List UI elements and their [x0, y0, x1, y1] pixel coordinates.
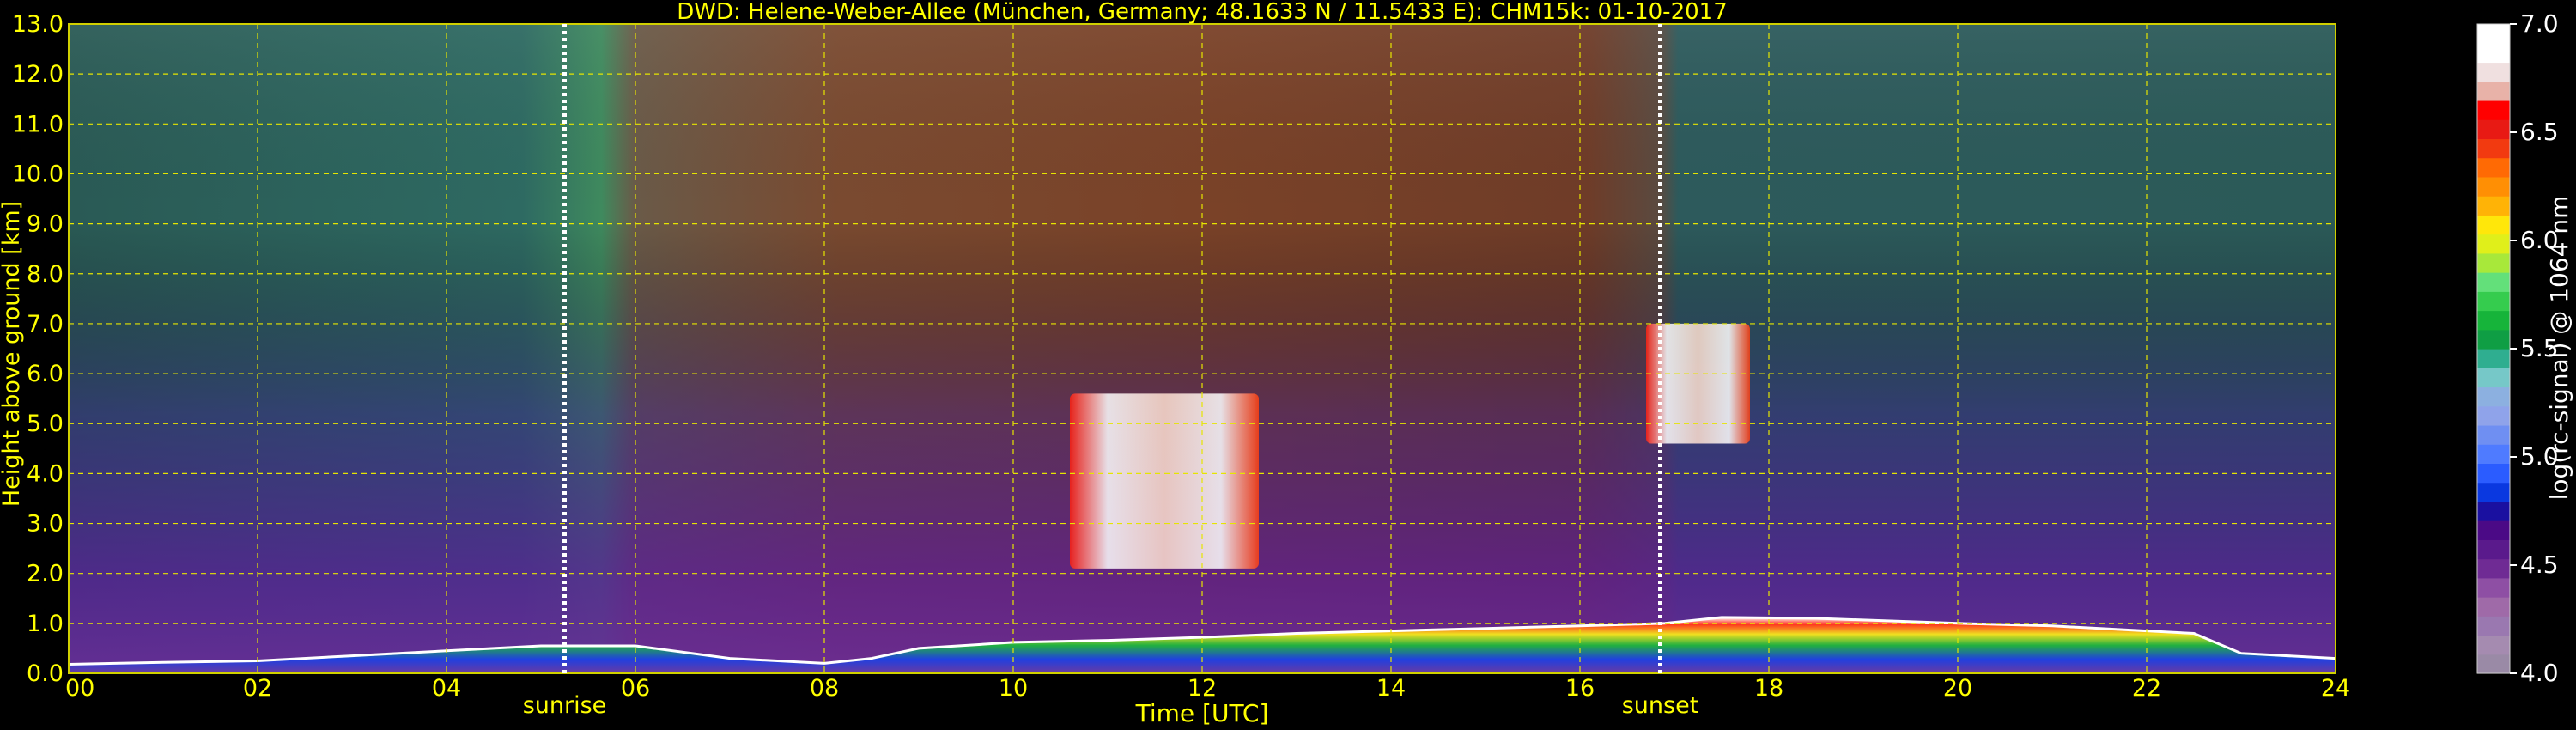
x-tick-label: 00: [65, 675, 94, 702]
y-axis-label: Height above ground [km]: [0, 201, 25, 507]
y-tick-label: 1.0: [27, 611, 64, 637]
colorbar-tick-label: 4.5: [2520, 551, 2559, 579]
colorbar-segment: [2477, 349, 2510, 368]
colorbar-segment: [2477, 501, 2510, 521]
colorbar-segment: [2477, 196, 2510, 216]
x-tick-label: 14: [1376, 675, 1406, 702]
colorbar-segment: [2477, 463, 2510, 484]
colorbar-segment: [2477, 176, 2510, 197]
colorbar-tick-label: 4.0: [2520, 659, 2559, 687]
colorbar-segment: [2477, 138, 2510, 159]
y-tick-label: 5.0: [27, 411, 64, 437]
colorbar-segment: [2477, 597, 2510, 617]
y-tick-label: 9.0: [27, 211, 64, 238]
sunrise-label: sunrise: [523, 692, 607, 719]
y-tick-label: 6.0: [27, 361, 64, 387]
colorbar-segment: [2477, 272, 2510, 292]
x-tick-label: 04: [432, 675, 461, 702]
y-tick-label: 10.0: [12, 161, 64, 187]
colorbar-segment: [2477, 444, 2510, 465]
colorbar-segment: [2477, 654, 2510, 674]
colorbar-segment: [2477, 424, 2510, 445]
sunset-label: sunset: [1622, 692, 1699, 719]
colorbar-segment: [2477, 215, 2510, 235]
x-tick-label: 22: [2132, 675, 2161, 702]
chart-title: DWD: Helene-Weber-Allee (München, German…: [677, 0, 1728, 25]
y-tick-label: 11.0: [12, 111, 64, 137]
y-tick-label: 2.0: [27, 561, 64, 587]
colorbar-segment: [2477, 157, 2510, 178]
colorbar-segment: [2477, 24, 2510, 44]
colorbar-segment: [2477, 635, 2510, 655]
colorbar-segment: [2477, 482, 2510, 502]
colorbar-tick-label: 6.5: [2520, 118, 2559, 146]
x-axis-label: Time [UTC]: [1135, 699, 1269, 727]
x-tick-label: 10: [999, 675, 1028, 702]
y-tick-label: 8.0: [27, 261, 64, 288]
y-tick-label: 0.0: [27, 660, 64, 687]
colorbar-segment: [2477, 368, 2510, 388]
colorbar-segment: [2477, 81, 2510, 101]
colorbar-tick-label: 7.0: [2520, 9, 2559, 38]
x-tick-label: 18: [1754, 675, 1783, 702]
x-tick-label: 20: [1943, 675, 1972, 702]
colorbar-segment: [2477, 520, 2510, 540]
y-tick-label: 3.0: [27, 511, 64, 538]
colorbar-segment: [2477, 616, 2510, 636]
colorbar-segment: [2477, 100, 2510, 120]
x-tick-labels: 00 02 04 06 08 10 12 14 16 18 20 22 24: [65, 675, 2350, 702]
colorbar-segment: [2477, 310, 2510, 331]
colorbar-segment: [2477, 539, 2510, 560]
colorbar-segment: [2477, 577, 2510, 598]
x-tick-label: 24: [2321, 675, 2350, 702]
colorbar-segment: [2477, 329, 2510, 350]
colorbar-segment: [2477, 291, 2510, 312]
y-tick-label: 12.0: [12, 61, 64, 88]
colorbar-segment: [2477, 252, 2510, 273]
colorbar-segment: [2477, 119, 2510, 140]
ceilometer-chart: 0.0 1.0 2.0 3.0 4.0 5.0 6.0 7.0 8.0 9.0 10.0 11.0 12…: [0, 0, 2573, 727]
y-tick-label: 7.0: [27, 311, 64, 338]
cloud-layer: [1070, 393, 1259, 569]
x-tick-label: 08: [810, 675, 839, 702]
colorbar-segment: [2477, 558, 2510, 579]
colorbar-label: log(rc-signal) @ 1064 nm: [2545, 196, 2573, 501]
colorbar-segment: [2477, 234, 2510, 254]
x-tick-label: 06: [621, 675, 650, 702]
colorbar-segment: [2477, 386, 2510, 407]
colorbar-segment: [2477, 405, 2510, 426]
y-tick-label: 4.0: [27, 460, 64, 487]
x-tick-label: 16: [1565, 675, 1595, 702]
y-tick-label: 13.0: [12, 11, 64, 38]
colorbar-segment: [2477, 43, 2510, 64]
x-tick-label: 02: [243, 675, 272, 702]
colorbar-segment: [2477, 62, 2510, 82]
x-tick-label: 12: [1188, 675, 1217, 702]
